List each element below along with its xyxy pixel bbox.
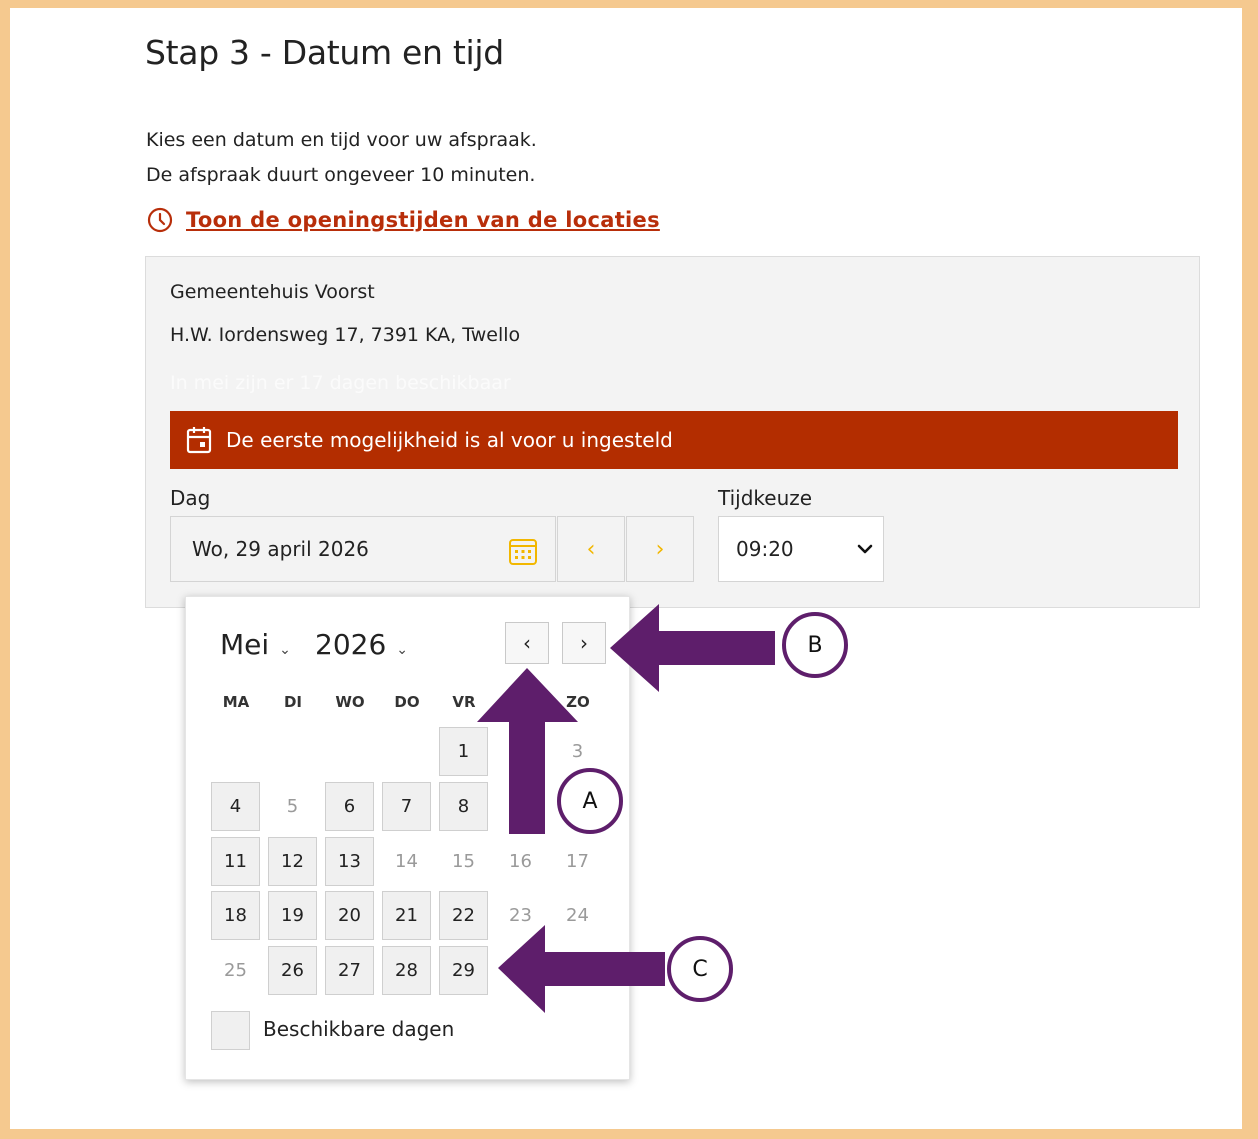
annotation-marker-a: A <box>557 768 623 834</box>
annotation-marker-b: B <box>782 612 848 678</box>
annotation-arrows <box>477 604 775 1013</box>
annotation-arrow-b <box>610 604 775 692</box>
annotation-marker-c: C <box>667 936 733 1002</box>
annotation-arrow-c <box>498 925 665 1013</box>
